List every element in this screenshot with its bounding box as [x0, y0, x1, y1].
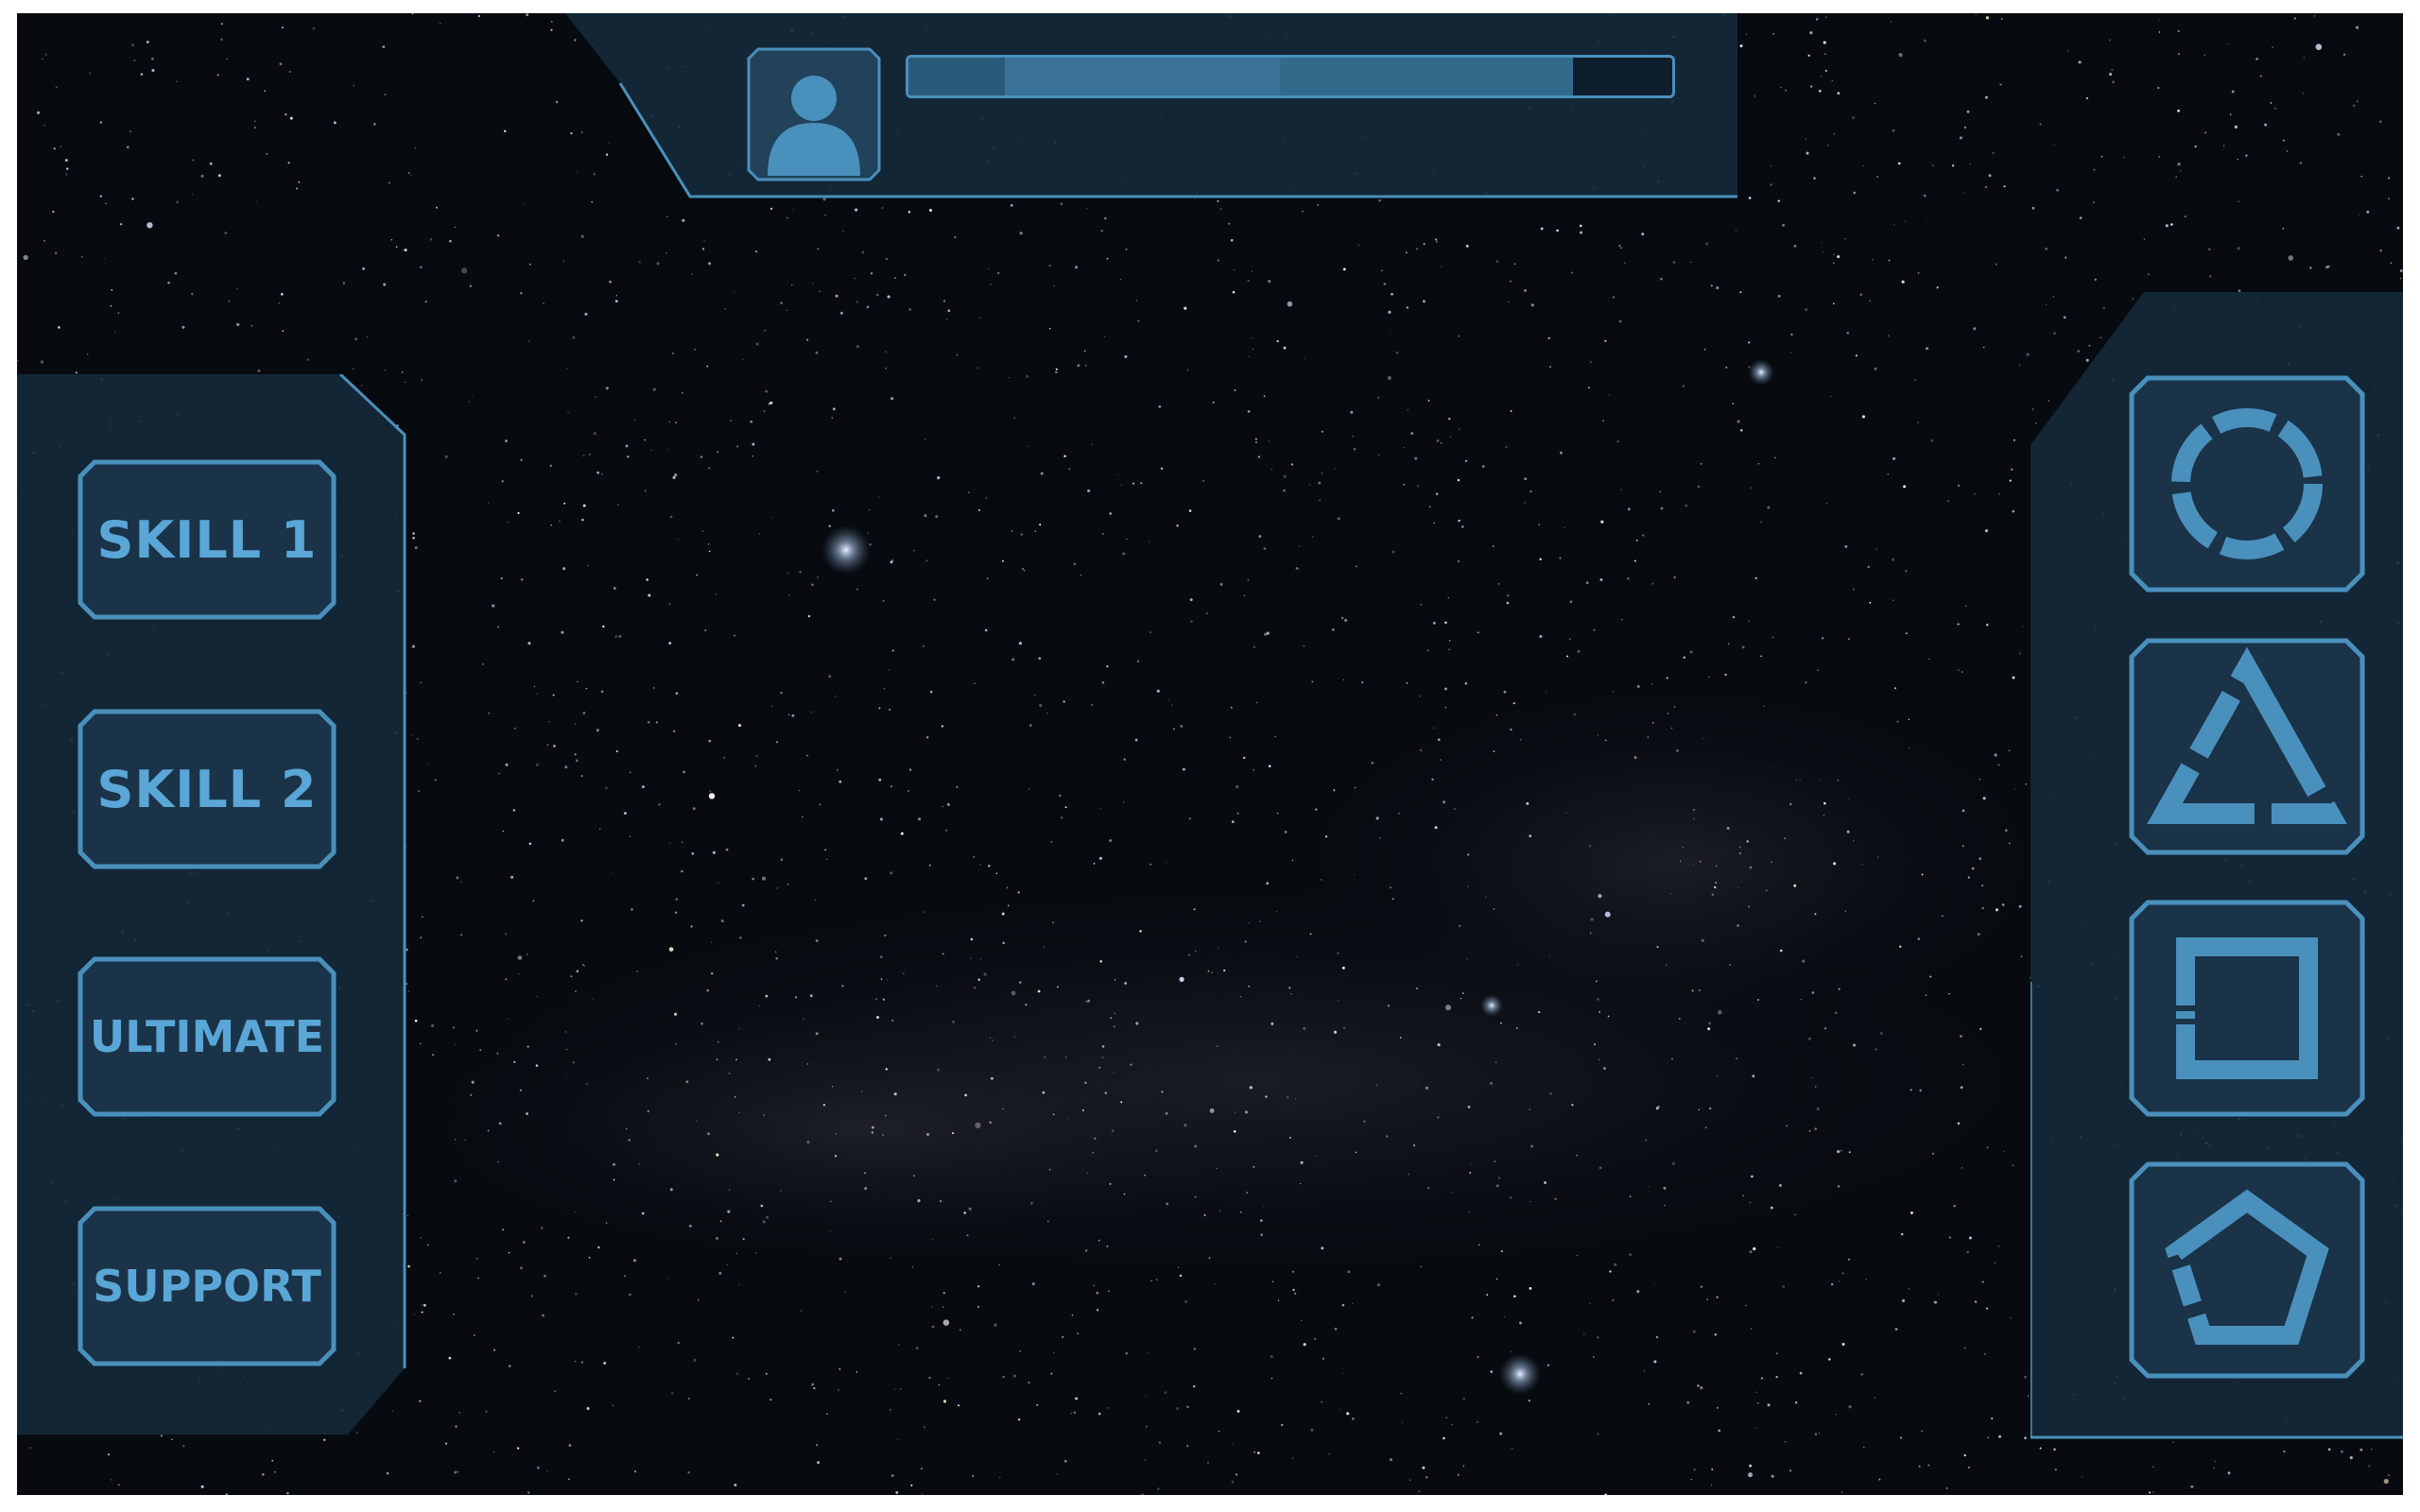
top-hud-panel [565, 13, 1737, 202]
skill-1-label: SKILL 1 [96, 509, 318, 570]
energy-bar-fill [908, 58, 1573, 95]
abilities-panel [2031, 292, 2403, 1445]
skill-2-button[interactable]: SKILL 2 [78, 709, 337, 869]
game-screen: SKILL 1 SKILL 2 ULTIMATE SUPPORT [17, 13, 2403, 1495]
ultimate-button[interactable]: ULTIMATE [78, 956, 337, 1117]
energy-bar [906, 55, 1675, 98]
support-label: SUPPORT [93, 1261, 321, 1312]
ability-4-button[interactable] [2129, 1161, 2365, 1379]
ability-3-button[interactable] [2129, 900, 2365, 1117]
ultimate-label: ULTIMATE [89, 1011, 325, 1062]
ability-2-button[interactable] [2129, 638, 2365, 855]
skills-panel: SKILL 1 SKILL 2 ULTIMATE SUPPORT [17, 374, 410, 1442]
player-avatar[interactable] [747, 47, 881, 181]
support-button[interactable]: SUPPORT [78, 1206, 337, 1366]
ability-1-button[interactable] [2129, 375, 2365, 593]
skill-1-button[interactable]: SKILL 1 [78, 459, 337, 620]
skill-2-label: SKILL 2 [96, 759, 318, 819]
